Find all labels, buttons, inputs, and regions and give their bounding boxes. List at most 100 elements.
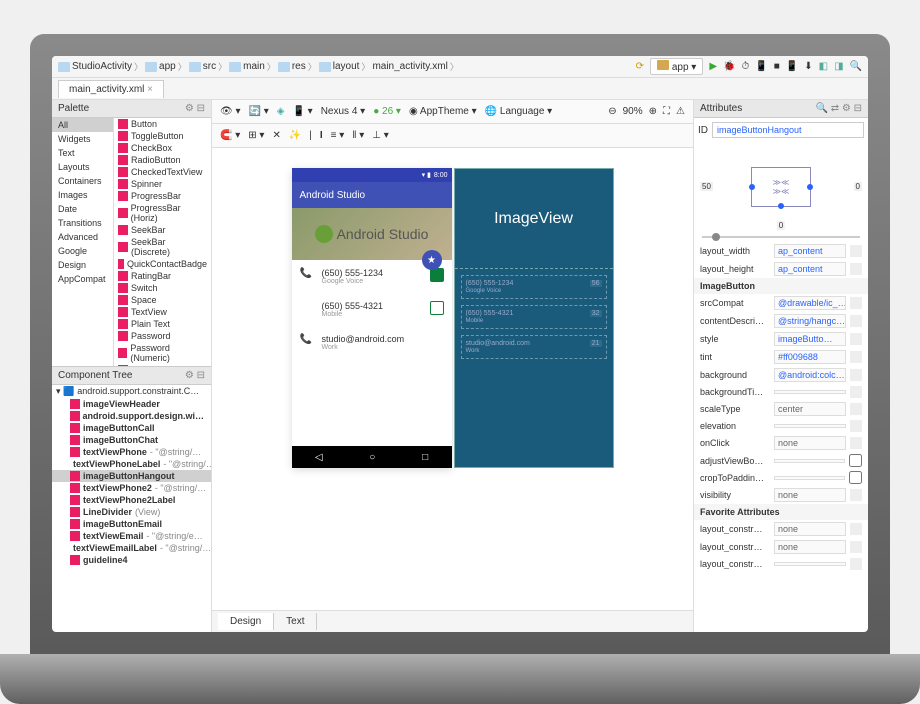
more-icon[interactable] <box>850 333 862 345</box>
blueprint-element[interactable]: 56(650) 555-1234Google Voice <box>461 275 607 299</box>
palette-item[interactable]: Button <box>114 118 211 130</box>
magnet-icon[interactable]: 🧲 ▾ <box>220 130 240 141</box>
device-label[interactable]: Nexus 4 ▾ <box>321 106 366 117</box>
blueprint-imageview[interactable]: ImageView <box>455 169 613 269</box>
attr-value[interactable]: #ff009688 <box>774 350 846 364</box>
palette-cat[interactable]: Date <box>52 202 113 216</box>
palette-cat[interactable]: Text <box>52 146 113 160</box>
palette-item[interactable]: SeekBar (Discrete) <box>114 236 211 258</box>
palette-item[interactable]: Password (Numeric) <box>114 342 211 364</box>
clear-icon[interactable]: ✕ <box>272 130 280 141</box>
infer-icon[interactable]: ✨ <box>289 130 301 141</box>
palette-item[interactable]: Spinner <box>114 178 211 190</box>
breadcrumb-item[interactable]: layout <box>319 61 360 72</box>
more-icon[interactable] <box>850 558 862 570</box>
gear-icon[interactable]: ⚙ ⊟ <box>185 370 205 381</box>
palette-item[interactable]: ProgressBar (Horiz) <box>114 202 211 224</box>
blueprint-element[interactable]: 32(650) 555-4321Mobile <box>461 305 607 329</box>
palette-cat[interactable]: Google <box>52 244 113 258</box>
pack-icon[interactable]: I <box>320 130 323 141</box>
zoom-in-icon[interactable]: ⊕ <box>649 106 657 117</box>
palette-item[interactable]: QuickContactBadge <box>114 258 211 270</box>
attr-checkbox[interactable] <box>849 454 862 467</box>
gear-icon[interactable]: ⚙ ⊟ <box>185 103 205 114</box>
search-icon[interactable]: 🔍 <box>850 61 862 72</box>
blueprint-element[interactable]: 21studio@android.comWork <box>461 335 607 359</box>
tree-item[interactable]: textViewEmail - "@string/e… <box>52 530 211 542</box>
attr-value[interactable]: @android:colc… <box>774 368 846 382</box>
tree-root[interactable]: ▾ 🟦 android.support.constraint.C… <box>52 385 211 398</box>
attr-value[interactable]: none <box>774 436 846 450</box>
chat-icon[interactable] <box>430 268 444 282</box>
tree-item[interactable]: imageButtonEmail <box>52 518 211 530</box>
attr-value[interactable]: none <box>774 488 846 502</box>
constraint-widget[interactable]: 50 ≫≪≫≪ 0 0 <box>694 142 868 232</box>
attr-value[interactable]: @string/hangc… <box>774 314 846 328</box>
chevron-down-icon[interactable] <box>850 263 862 275</box>
attr-value[interactable] <box>774 390 846 394</box>
zoom-out-icon[interactable]: ⊖ <box>608 106 616 117</box>
attach-icon[interactable]: 📱 <box>755 61 767 72</box>
tree-item[interactable]: imageButtonChat <box>52 434 211 446</box>
palette-item[interactable]: Password <box>114 330 211 342</box>
tree-item[interactable]: textViewEmailLabel - "@string/… <box>52 542 211 554</box>
more-icon[interactable] <box>850 403 862 415</box>
search-icon[interactable]: 🔍 <box>815 103 827 114</box>
chat-icon[interactable] <box>430 301 444 315</box>
attr-value[interactable] <box>774 424 846 428</box>
blueprint-preview[interactable]: ImageView 56(650) 555-1234Google Voice 32… <box>454 168 614 468</box>
palette-item[interactable]: RatingBar <box>114 270 211 282</box>
breadcrumb-item[interactable]: StudioActivity <box>58 61 132 72</box>
attr-value[interactable]: imageButto… <box>774 332 846 346</box>
eye-icon[interactable]: 👁 ▾ <box>220 106 241 117</box>
palette-item[interactable]: RadioButton <box>114 154 211 166</box>
palette-item[interactable]: Switch <box>114 282 211 294</box>
sync-icon[interactable]: ⟳ <box>636 61 644 72</box>
breadcrumb-item[interactable]: res <box>278 61 306 72</box>
palette-item[interactable]: E-mail <box>114 364 211 366</box>
palette-item[interactable]: TextView <box>114 306 211 318</box>
more-icon[interactable] <box>850 351 862 363</box>
attr-value[interactable] <box>774 562 846 566</box>
attr-value[interactable]: none <box>774 540 846 554</box>
tree-item[interactable]: textViewPhoneLabel - "@string/… <box>52 458 211 470</box>
attr-value[interactable]: center <box>774 402 846 416</box>
palette-cat[interactable]: Advanced <box>52 230 113 244</box>
debug-icon[interactable]: 🐞 <box>723 61 735 72</box>
api-dropdown[interactable]: ● 26 ▾ <box>373 106 401 117</box>
palette-cat[interactable]: Containers <box>52 174 113 188</box>
attr-value[interactable]: ap_content <box>774 262 846 276</box>
breadcrumb-item[interactable]: app <box>145 61 176 72</box>
tree-item[interactable]: imageButtonCall <box>52 422 211 434</box>
recents-icon[interactable]: □ <box>422 452 428 463</box>
fab-star[interactable]: ★ <box>422 250 442 270</box>
tab-design[interactable]: Design <box>218 613 274 630</box>
palette-item[interactable]: ProgressBar <box>114 190 211 202</box>
tree-item[interactable]: imageButtonHangout <box>52 470 211 482</box>
palette-cat[interactable]: AppCompat <box>52 272 113 286</box>
back-icon[interactable]: ◁ <box>315 452 323 463</box>
close-icon[interactable]: × <box>147 84 153 95</box>
palette-cat[interactable]: Design <box>52 258 113 272</box>
tree-item[interactable]: imageViewHeader <box>52 398 211 410</box>
home-icon[interactable]: ○ <box>369 452 375 463</box>
palette-cat[interactable]: Layouts <box>52 160 113 174</box>
id-field[interactable]: imageButtonHangout <box>712 122 864 138</box>
minimize-icon[interactable]: ⊟ <box>854 103 862 114</box>
design-preview[interactable]: ▾ ▮ 8:00 Android Studio Android Studio ★… <box>292 168 452 468</box>
more-icon[interactable] <box>850 386 862 398</box>
fit-icon[interactable]: ⛶ <box>663 106 670 117</box>
profile-icon[interactable]: ⏱ <box>741 61 749 72</box>
more-icon[interactable] <box>850 437 862 449</box>
editor-tab[interactable]: main_activity.xml × <box>58 80 164 98</box>
phone-icon[interactable]: 📞 <box>300 268 314 279</box>
design-canvas[interactable]: ▾ ▮ 8:00 Android Studio Android Studio ★… <box>212 148 693 610</box>
stop-icon[interactable]: ■ <box>774 61 780 72</box>
attr-value[interactable]: @drawable/ic_… <box>774 296 846 310</box>
warn-icon[interactable]: ⚠ <box>676 106 685 117</box>
tree-item[interactable]: LineDivider (View) <box>52 506 211 518</box>
palette-cat[interactable]: All <box>52 118 113 132</box>
align-icon[interactable]: ≡ ▾ <box>331 130 345 141</box>
layout-icon[interactable]: ◧ <box>819 61 828 72</box>
expand-icon[interactable]: ⇄ <box>831 103 839 114</box>
